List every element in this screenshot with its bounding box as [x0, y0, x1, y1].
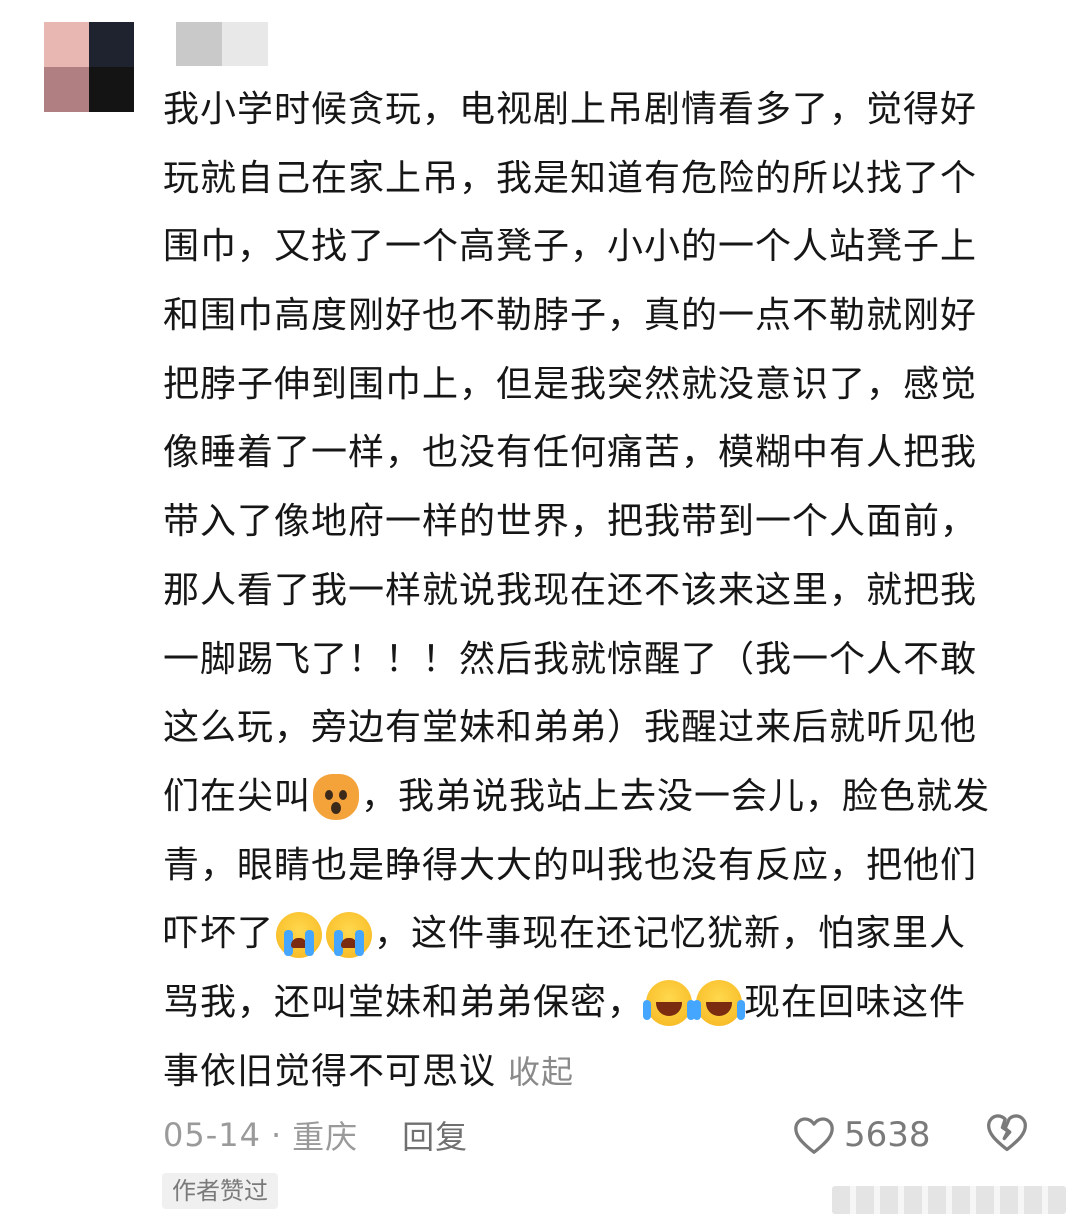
comment-line: 骂我，还叫堂妹和弟弟保密， 现在回味这件 [163, 969, 1043, 1038]
rolling-laugh-icon [643, 980, 696, 1027]
avatar[interactable] [44, 22, 134, 112]
comment-text: 们在尖叫 [163, 775, 312, 817]
comment-line: 把脖子伸到围巾上，但是我突然就没意识了，感觉 [163, 363, 978, 405]
reply-button[interactable]: 回复 [402, 1112, 468, 1158]
avatar-tile [44, 67, 89, 112]
comment-text: ，这件事现在还记忆犹新，怕家里人 [374, 913, 967, 955]
comment-body: 我小学时候贪玩，电视剧上吊剧情看多了，觉得好 玩就自己在家上吊，我是知道有危险的… [163, 76, 1043, 1106]
like-count: 5638 [844, 1115, 931, 1155]
username-blur-block [222, 22, 268, 66]
comment-line: 青，眼睛也是睁得大大的叫我也没有反应，把他们 [163, 844, 978, 886]
watermark [832, 1186, 1066, 1214]
username-blur-block [176, 22, 222, 66]
comment-text: 吓坏了 [163, 913, 275, 955]
comment-line: 像睡着了一样，也没有任何痛苦，模糊中有人把我 [163, 432, 978, 474]
comment-line: 事依旧觉得不可思议 收起 [163, 1038, 1043, 1107]
comment-line: 一脚踢飞了！！！然后我就惊醒了（我一个人不敢 [163, 638, 978, 680]
comment-text: ，我弟说我站上去没一会儿，脸色就发 [361, 775, 991, 817]
comment-line: 我小学时候贪玩，电视剧上吊剧情看多了，觉得好 [163, 89, 978, 130]
collapse-link[interactable]: 收起 [508, 1038, 574, 1107]
meta-separator: · [270, 1116, 283, 1154]
comment-line: 这么玩，旁边有堂妹和弟弟）我醒过来后就听见他 [163, 707, 978, 749]
heart-outline-icon [794, 1117, 834, 1154]
comment-line: 玩就自己在家上吊，我是知道有危险的所以找了个 [163, 157, 978, 199]
avatar-tile [89, 67, 134, 112]
avatar-tile [89, 22, 134, 67]
comment-line: 吓坏了 ，这件事现在还记忆犹新，怕家里人 [163, 900, 1043, 969]
comment-line: 和围巾高度刚好也不勒脖子，真的一点不勒就刚好 [163, 295, 978, 337]
comment-line: 围巾，又找了一个高凳子，小小的一个人站凳子上 [163, 226, 978, 268]
comment-location: 重庆 [292, 1118, 359, 1156]
comment-line: 那人看了我一样就说我现在还不该来这里，就把我 [163, 569, 978, 611]
author-liked-badge: 作者赞过 [162, 1173, 278, 1209]
username-blurred[interactable] [176, 22, 268, 66]
comment-text: 骂我，还叫堂妹和弟弟保密， [163, 981, 645, 1023]
avatar-tile [44, 22, 89, 67]
rolling-laugh-icon [693, 980, 746, 1027]
scream-cat-icon [313, 774, 360, 821]
broken-heart-icon [987, 1114, 1027, 1152]
comment-date: 05-14 [163, 1116, 261, 1154]
loudly-crying-icon [276, 911, 323, 958]
comment-text: 现在回味这件 [744, 981, 967, 1023]
comment-meta: 05-14 · 重庆 回复 [163, 1108, 468, 1162]
comment-text: 事依旧觉得不可思议 [163, 1050, 497, 1092]
dislike-button[interactable] [985, 1111, 1029, 1159]
like-button[interactable]: 5638 [792, 1108, 931, 1162]
comment-line: 们在尖叫 ，我弟说我站上去没一会儿，脸色就发 [163, 763, 1043, 832]
loudly-crying-icon [326, 911, 373, 958]
comment-line: 带入了像地府一样的世界，把我带到一个人面前， [163, 501, 978, 543]
